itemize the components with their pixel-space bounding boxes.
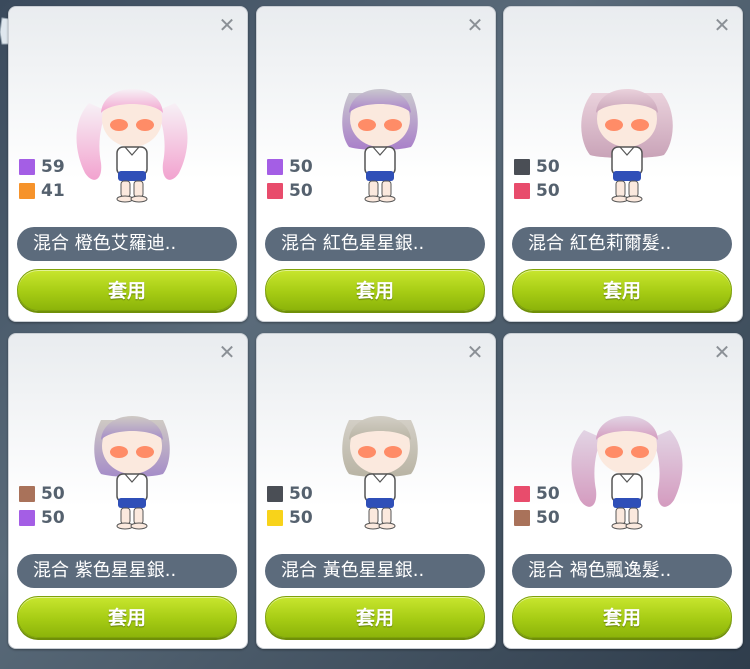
preset-card: ✕ 59 41 混合 橙色艾羅迪.. 套用	[8, 6, 248, 322]
dye-ratio-list: 50 50	[514, 482, 560, 530]
dye-ratio-item: 50	[19, 506, 65, 530]
dye-ratio-item: 41	[19, 179, 65, 203]
preset-card: ✕ 50 50 混合 褐色飄逸髮.. 套用	[503, 333, 743, 649]
character-avatar	[342, 89, 418, 203]
dye-ratio-list: 50 50	[267, 482, 313, 530]
dye-ratio-item: 50	[514, 155, 560, 179]
dye-color-swatch	[19, 510, 35, 526]
dye-ratio-value: 50	[536, 484, 560, 504]
hair-name-label: 混合 紅色莉爾髮..	[512, 227, 732, 261]
close-icon[interactable]: ✕	[465, 15, 485, 35]
preset-card: ✕ 50 50 混合 紫色星星銀.. 套用	[8, 333, 248, 649]
dye-ratio-value: 50	[289, 484, 313, 504]
preset-card: ✕ 50 50 混合 黃色星星銀.. 套用	[256, 333, 496, 649]
dye-ratio-item: 50	[267, 506, 313, 530]
dye-color-swatch	[514, 183, 530, 199]
apply-button[interactable]: 套用	[265, 596, 485, 638]
preset-card: ✕ 50 50 混合 紅色星星銀.. 套用	[256, 6, 496, 322]
dye-ratio-value: 50	[41, 484, 65, 504]
dye-ratio-item: 50	[267, 179, 313, 203]
close-icon[interactable]: ✕	[217, 342, 237, 362]
close-icon[interactable]: ✕	[712, 342, 732, 362]
character-avatar	[76, 89, 188, 203]
close-icon[interactable]: ✕	[217, 15, 237, 35]
hair-name-label: 混合 橙色艾羅迪..	[17, 227, 237, 261]
dye-ratio-value: 59	[41, 157, 65, 177]
dye-ratio-value: 50	[289, 181, 313, 201]
dye-color-swatch	[514, 486, 530, 502]
dye-color-swatch	[19, 183, 35, 199]
dye-ratio-item: 50	[267, 155, 313, 179]
dye-ratio-value: 50	[536, 181, 560, 201]
dye-color-swatch	[267, 510, 283, 526]
dye-ratio-item: 59	[19, 155, 65, 179]
dye-ratio-item: 50	[267, 482, 313, 506]
dye-ratio-item: 50	[514, 179, 560, 203]
hair-name-label: 混合 紅色星星銀..	[265, 227, 485, 261]
dye-ratio-value: 50	[536, 157, 560, 177]
dye-color-swatch	[514, 159, 530, 175]
character-avatar	[571, 416, 683, 530]
close-icon[interactable]: ✕	[712, 15, 732, 35]
dye-color-swatch	[514, 510, 530, 526]
hair-name-label: 混合 褐色飄逸髮..	[512, 554, 732, 588]
dye-color-swatch	[267, 183, 283, 199]
dye-ratio-item: 50	[19, 482, 65, 506]
dye-ratio-value: 50	[536, 508, 560, 528]
hair-name-label: 混合 黃色星星銀..	[265, 554, 485, 588]
dye-ratio-item: 50	[514, 482, 560, 506]
character-avatar	[94, 416, 170, 530]
hair-name-label: 混合 紫色星星銀..	[17, 554, 237, 588]
apply-button[interactable]: 套用	[17, 269, 237, 311]
dye-color-swatch	[267, 159, 283, 175]
dye-ratio-value: 50	[289, 157, 313, 177]
dye-color-swatch	[19, 486, 35, 502]
dye-ratio-list: 50 50	[19, 482, 65, 530]
dye-color-swatch	[267, 486, 283, 502]
dye-ratio-item: 50	[514, 506, 560, 530]
character-avatar	[342, 416, 418, 530]
apply-button[interactable]: 套用	[512, 596, 732, 638]
dye-ratio-value: 50	[289, 508, 313, 528]
dye-ratio-list: 59 41	[19, 155, 65, 203]
apply-button[interactable]: 套用	[17, 596, 237, 638]
dye-ratio-list: 50 50	[267, 155, 313, 203]
hair-preset-grid: ✕ 59 41 混合 橙色艾羅迪.. 套用 ✕ 50 50 混合 紅色星星銀..…	[0, 0, 750, 669]
dye-ratio-value: 41	[41, 181, 65, 201]
dye-ratio-list: 50 50	[514, 155, 560, 203]
close-icon[interactable]: ✕	[465, 342, 485, 362]
apply-button[interactable]: 套用	[265, 269, 485, 311]
character-avatar	[581, 89, 673, 203]
preset-card: ✕ 50 50 混合 紅色莉爾髮.. 套用	[503, 6, 743, 322]
apply-button[interactable]: 套用	[512, 269, 732, 311]
dye-color-swatch	[19, 159, 35, 175]
dye-ratio-value: 50	[41, 508, 65, 528]
